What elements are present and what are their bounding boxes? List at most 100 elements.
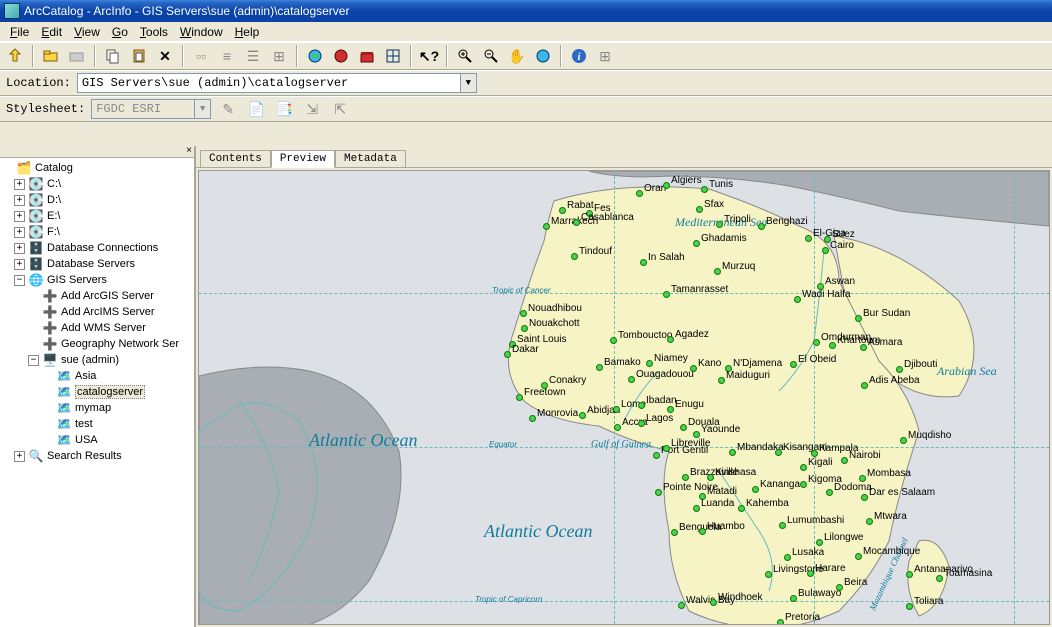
main-pane: Contents Preview Metadata — [196, 146, 1052, 627]
dropdown-arrow-icon[interactable]: ▼ — [460, 74, 476, 92]
tab-preview[interactable]: Preview — [271, 150, 335, 168]
city-point — [811, 450, 818, 457]
location-bar: Location: GIS Servers\sue (admin)\catalo… — [0, 70, 1052, 96]
location-combo[interactable]: GIS Servers\sue (admin)\catalogserver ▼ — [77, 73, 477, 93]
title-bar: ArcCatalog - ArcInfo - GIS Servers\sue (… — [0, 0, 1052, 22]
city-point — [663, 291, 670, 298]
city-point — [936, 575, 943, 582]
city-point — [699, 528, 706, 535]
tree-database-connections[interactable]: +🗄️ Database Connections — [2, 240, 192, 256]
tree-map-service[interactable]: 🗺️mymap — [2, 400, 192, 416]
ocean-label-arabian: Arabian Sea — [937, 364, 997, 379]
tree-gis-servers[interactable]: −🌐 GIS Servers — [2, 272, 192, 288]
connect-folder-button[interactable] — [40, 45, 62, 67]
city-point — [690, 365, 697, 372]
metadata-properties-button: 📄 — [245, 98, 267, 120]
delete-button[interactable]: ✕ — [154, 45, 176, 67]
city-point — [521, 325, 528, 332]
app-icon — [4, 3, 20, 19]
tab-contents[interactable]: Contents — [200, 150, 271, 167]
tab-metadata[interactable]: Metadata — [335, 150, 406, 167]
menu-view[interactable]: View — [68, 25, 106, 39]
city-point — [900, 437, 907, 444]
tree-root[interactable]: 🗂️ Catalog — [2, 160, 192, 176]
tree-map-service[interactable]: 🗺️Asia — [2, 368, 192, 384]
menu-edit[interactable]: Edit — [35, 25, 68, 39]
city-point — [824, 236, 831, 243]
tree-map-service[interactable]: 🗺️USA — [2, 432, 192, 448]
tree-drive[interactable]: +💽C:\ — [2, 176, 192, 192]
paste-button[interactable] — [128, 45, 150, 67]
drive-icon: 💽 — [28, 225, 44, 239]
tree-drive[interactable]: +💽D:\ — [2, 192, 192, 208]
city-point — [653, 452, 660, 459]
city-point — [790, 361, 797, 368]
tab-strip: Contents Preview Metadata — [196, 146, 1052, 168]
tree-drive[interactable]: +💽F:\ — [2, 224, 192, 240]
map-service-icon: 🗺️ — [56, 385, 72, 399]
whats-this-button[interactable]: ↖? — [418, 45, 440, 67]
city-point — [638, 402, 645, 409]
menu-file[interactable]: File — [4, 25, 35, 39]
city-point — [807, 570, 814, 577]
details-button[interactable]: ☰ — [242, 45, 264, 67]
city-point — [816, 539, 823, 546]
launch-arcmap-button[interactable] — [304, 45, 326, 67]
tree-sue-admin[interactable]: −🖥️ sue (admin) — [2, 352, 192, 368]
copy-button[interactable] — [102, 45, 124, 67]
disconnect-folder-button[interactable] — [66, 45, 88, 67]
menu-go[interactable]: Go — [106, 25, 134, 39]
city-point — [541, 382, 548, 389]
tree-database-servers[interactable]: +🗄️ Database Servers — [2, 256, 192, 272]
menu-help[interactable]: Help — [229, 25, 266, 39]
map-viewport[interactable]: Atlantic Ocean Atlantic Ocean Mediterran… — [198, 170, 1050, 625]
full-extent-button[interactable] — [532, 45, 554, 67]
menu-bar: File Edit View Go Tools Window Help — [0, 22, 1052, 42]
city-point — [861, 382, 868, 389]
tropic-capricorn-line — [199, 601, 1049, 602]
pan-button[interactable]: ✋ — [506, 45, 528, 67]
zoom-out-button[interactable] — [480, 45, 502, 67]
city-point — [693, 240, 700, 247]
city-point — [718, 377, 725, 384]
drive-icon: 💽 — [28, 193, 44, 207]
close-icon[interactable]: × — [186, 145, 192, 156]
city-point — [716, 221, 723, 228]
large-icons-button[interactable]: ▫▫ — [190, 45, 212, 67]
tropic-cancer-label: Tropic of Cancer — [492, 286, 551, 295]
thumbnails-button[interactable]: ⊞ — [268, 45, 290, 67]
geography-network-button[interactable] — [330, 45, 352, 67]
zoom-in-button[interactable] — [454, 45, 476, 67]
city-point — [613, 406, 620, 413]
city-point — [790, 595, 797, 602]
tree-map-service[interactable]: 🗺️catalogserver — [2, 384, 192, 400]
city-point — [559, 207, 566, 214]
catalog-tree[interactable]: 🗂️ Catalog +💽C:\+💽D:\+💽E:\+💽F:\ +🗄️ Data… — [0, 158, 194, 627]
tree-gis-item[interactable]: ➕Geography Network Ser — [2, 336, 192, 352]
menu-window[interactable]: Window — [174, 25, 229, 39]
tree-map-service[interactable]: 🗺️test — [2, 416, 192, 432]
tree-drive[interactable]: +💽E:\ — [2, 208, 192, 224]
menu-tools[interactable]: Tools — [134, 25, 174, 39]
city-point — [866, 518, 873, 525]
tree-gis-item[interactable]: ➕Add ArcGIS Server — [2, 288, 192, 304]
city-point — [836, 584, 843, 591]
identify-button[interactable]: i — [568, 45, 590, 67]
edit-metadata-button: ✎ — [217, 98, 239, 120]
stylesheet-bar: Stylesheet: FGDC ESRI ▼ ✎ 📄 📑 ⇲ ⇱ — [0, 96, 1052, 122]
city-point — [614, 424, 621, 431]
arctoolbox-button[interactable] — [356, 45, 378, 67]
create-thumbnail-button[interactable]: ⊞ — [594, 45, 616, 67]
prime-meridian-line — [614, 171, 615, 624]
up-button[interactable] — [4, 45, 26, 67]
tree-search-results[interactable]: +🔍 Search Results — [2, 448, 192, 464]
modelbuilder-button[interactable] — [382, 45, 404, 67]
city-point — [707, 474, 714, 481]
map-service-icon: 🗺️ — [56, 369, 72, 383]
city-point — [586, 210, 593, 217]
tree-gis-item[interactable]: ➕Add ArcIMS Server — [2, 304, 192, 320]
ocean-label-guinea: Gulf of Guinea — [591, 439, 651, 450]
city-point — [752, 486, 759, 493]
list-button[interactable]: ≡ — [216, 45, 238, 67]
tree-gis-item[interactable]: ➕Add WMS Server — [2, 320, 192, 336]
